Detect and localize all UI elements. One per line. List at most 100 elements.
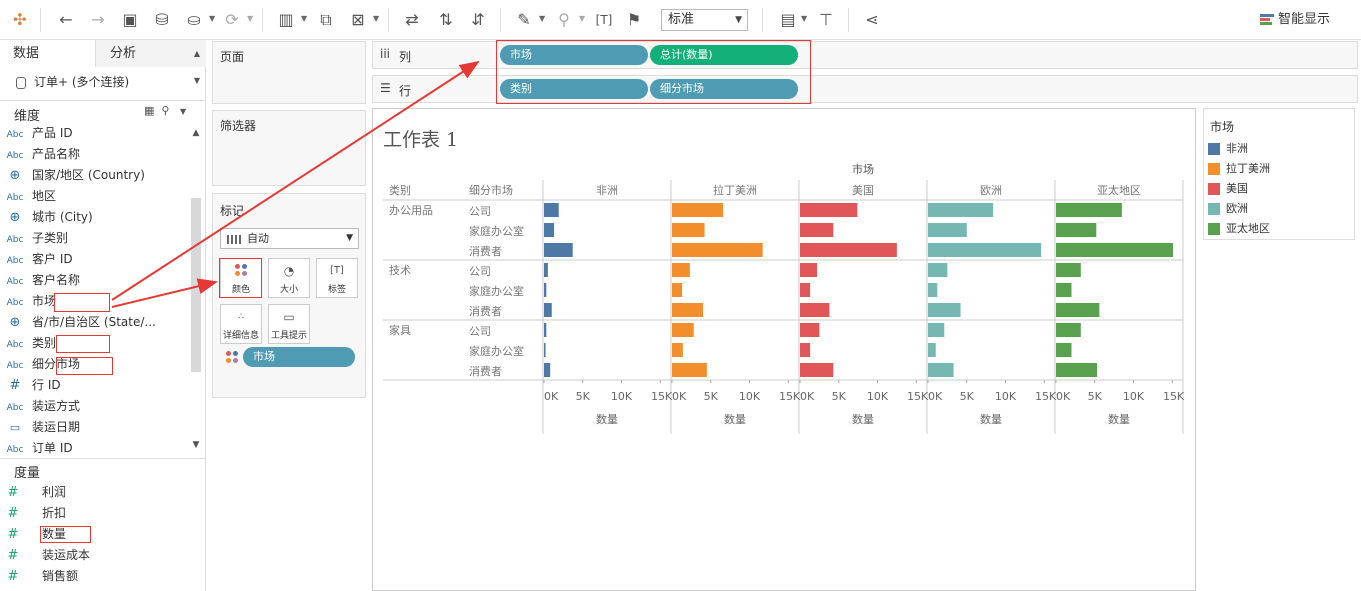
column-pill-quantity[interactable]: 总计(数量) <box>650 45 798 65</box>
pause-update-icon[interactable]: ⛀ <box>182 8 206 32</box>
fit-select[interactable]: 标准 ▼ <box>661 9 748 31</box>
color-legend[interactable]: 市场 非洲 拉丁美洲 美国 欧洲 亚太地区 <box>1203 108 1355 240</box>
dimension-field-segment[interactable]: Abc 细分市场 <box>0 354 80 375</box>
sort-ascending-icon[interactable]: ⇅ <box>434 8 458 32</box>
color-button[interactable]: 颜色 <box>220 258 262 298</box>
tooltip-button[interactable]: ▭ 工具提示 <box>268 304 310 344</box>
undo-icon[interactable]: ← <box>54 8 78 32</box>
dimension-field[interactable]: Abc 产品 ID <box>0 123 73 144</box>
duplicate-icon[interactable]: ⧉ <box>314 8 338 32</box>
swap-icon[interactable]: ⇄ <box>400 8 424 32</box>
chevron-down-icon[interactable]: ▼ <box>247 14 253 23</box>
dimension-field[interactable]: ⊕ 城市 (City) <box>0 207 93 228</box>
tableau-logo-icon[interactable]: ✣ <box>8 8 32 32</box>
dimension-field[interactable]: Abc 客户名称 <box>0 270 80 291</box>
bar <box>800 283 811 297</box>
label-button[interactable]: [T] 标签 <box>316 258 358 298</box>
dimension-field[interactable]: Abc 地区 <box>0 186 56 207</box>
legend-item[interactable]: 亚太地区 <box>1208 220 1270 238</box>
chevron-down-icon[interactable]: ▼ <box>579 14 585 23</box>
legend-item[interactable]: 非洲 <box>1208 140 1248 158</box>
number-type-icon: # <box>7 506 19 521</box>
refresh-icon[interactable]: ⟳ <box>220 8 244 32</box>
chevron-down-icon[interactable]: ▼ <box>180 107 186 116</box>
rows-shelf[interactable]: ☰ 行 类别 细分市场 <box>372 75 1358 103</box>
filters-card[interactable]: 筛选器 <box>212 110 366 186</box>
dimension-field[interactable]: Abc 订单 ID <box>0 438 73 459</box>
search-icon[interactable]: ⚲ <box>161 104 169 117</box>
dimensions-scrollbar[interactable]: ▲ ▼ <box>190 128 202 454</box>
field-name: 行 ID <box>32 378 61 392</box>
bar <box>800 363 834 377</box>
view-list-icon[interactable]: ▦ <box>144 104 154 117</box>
columns-shelf[interactable]: iii 列 市场 总计(数量) <box>372 41 1358 69</box>
legend-item[interactable]: 美国 <box>1208 180 1248 198</box>
column-pill-market[interactable]: 市场 <box>500 45 648 65</box>
dimension-field[interactable]: ⊕ 省/市/自治区 (State/... <box>0 312 156 333</box>
scroll-down-icon[interactable]: ▼ <box>190 440 202 450</box>
show-me-button[interactable]: 智能显示 <box>1260 10 1330 30</box>
legend-title: 市场 <box>1210 120 1235 134</box>
sort-descending-icon[interactable]: ⇵ <box>466 8 490 32</box>
pane-header: 拉丁美洲 <box>713 183 757 197</box>
field-name: 数量 <box>42 527 67 541</box>
toolbar: ✣ ← → ▣ ⛁ ⛀ ▼ ⟳ ▼ ▥ ▼ ⧉ ⊠ ▼ ⇄ ⇅ ⇵ ✎ ▼ ⚲ … <box>0 0 1361 40</box>
scrollbar-thumb[interactable] <box>191 198 201 372</box>
highlight-icon[interactable]: ✎ <box>512 8 536 32</box>
field-name: 折扣 <box>42 506 67 520</box>
pages-card[interactable]: 页面 <box>212 41 366 104</box>
dimension-field[interactable]: Abc 客户 ID <box>0 249 73 270</box>
row-header-category: 类别 <box>389 183 411 197</box>
label-label: 标签 <box>327 285 346 295</box>
chevron-down-icon[interactable]: ▼ <box>539 14 545 23</box>
dimension-field-category[interactable]: Abc 类别 <box>0 333 56 354</box>
dimension-field[interactable]: Abc 装运方式 <box>0 396 80 417</box>
measures-title: 度量 <box>14 466 41 481</box>
label-icon[interactable]: [T] <box>592 8 616 32</box>
color-field-pill[interactable]: 市场 <box>243 347 355 367</box>
dimension-field-market[interactable]: Abc 市场 <box>0 291 56 312</box>
dimension-field[interactable]: ⊕ 国家/地区 (Country) <box>0 165 145 186</box>
new-worksheet-icon[interactable]: ▥ <box>274 8 298 32</box>
presentation-icon[interactable]: ⊤ <box>814 8 838 32</box>
string-type-icon: Abc <box>6 130 24 140</box>
chevron-down-icon[interactable]: ▼ <box>209 14 215 23</box>
chevron-down-icon[interactable]: ▼ <box>301 14 307 23</box>
chevron-down-icon[interactable]: ▼ <box>373 14 379 23</box>
detail-button[interactable]: ∴ 详细信息 <box>220 304 262 344</box>
mark-type-select[interactable]: 自动 ▼ <box>220 228 359 249</box>
group-icon[interactable]: ⚲ <box>552 8 576 32</box>
measure-field[interactable]: # 折扣 <box>0 503 66 524</box>
redo-icon[interactable]: → <box>86 8 110 32</box>
new-datasource-icon[interactable]: ⛁ <box>150 8 174 32</box>
save-icon[interactable]: ▣ <box>118 8 142 32</box>
data-pane: 数据 分析 ▲ ▼ 订单+ (多个连接) 维度 ▦ ⚲ ▼ Abc 产品 ID Ab… <box>0 40 206 591</box>
field-name: 国家/地区 (Country) <box>32 168 145 182</box>
legend-swatch <box>1208 183 1220 195</box>
legend-item[interactable]: 拉丁美洲 <box>1208 160 1270 178</box>
worksheet-view[interactable]: 工作表 1 市场 类别 细分市场 非洲 拉丁美洲 美国 欧洲 亚太地区 办公用品 技术 家具 公司 家庭… <box>372 108 1196 591</box>
dimension-field[interactable]: Abc 子类别 <box>0 228 68 249</box>
tooltip-label: 工具提示 <box>270 331 307 341</box>
dimension-field[interactable]: Abc 产品名称 <box>0 144 80 165</box>
dimension-field[interactable]: # 行 ID <box>0 375 61 396</box>
chevron-down-icon[interactable]: ▼ <box>801 14 807 23</box>
tab-analysis[interactable]: 分析 ▲ ▼ <box>96 40 206 85</box>
pin-icon[interactable]: ⚑ <box>622 8 646 32</box>
row-pill-segment[interactable]: 细分市场 <box>650 79 798 99</box>
dimension-field[interactable]: ▭ 装运日期 <box>0 417 80 438</box>
legend-item[interactable]: 欧洲 <box>1208 200 1248 218</box>
show-cards-icon[interactable]: ▤ <box>776 8 800 32</box>
size-button[interactable]: ◔ 大小 <box>268 258 310 298</box>
measure-field[interactable]: # 利润 <box>0 482 66 503</box>
measure-field-quantity[interactable]: # 数量 <box>0 524 66 545</box>
row-pill-category[interactable]: 类别 <box>500 79 648 99</box>
tab-data[interactable]: 数据 <box>0 40 96 67</box>
scroll-up-icon[interactable]: ▲ <box>190 128 202 138</box>
measure-field[interactable]: # 装运成本 <box>0 545 90 566</box>
share-icon[interactable]: ⋖ <box>860 8 884 32</box>
clear-sheet-icon[interactable]: ⊠ <box>346 8 370 32</box>
datasource-item[interactable]: 订单+ (多个连接) <box>16 73 129 90</box>
measure-field[interactable]: # 销售额 <box>0 566 78 587</box>
bar <box>544 263 548 277</box>
